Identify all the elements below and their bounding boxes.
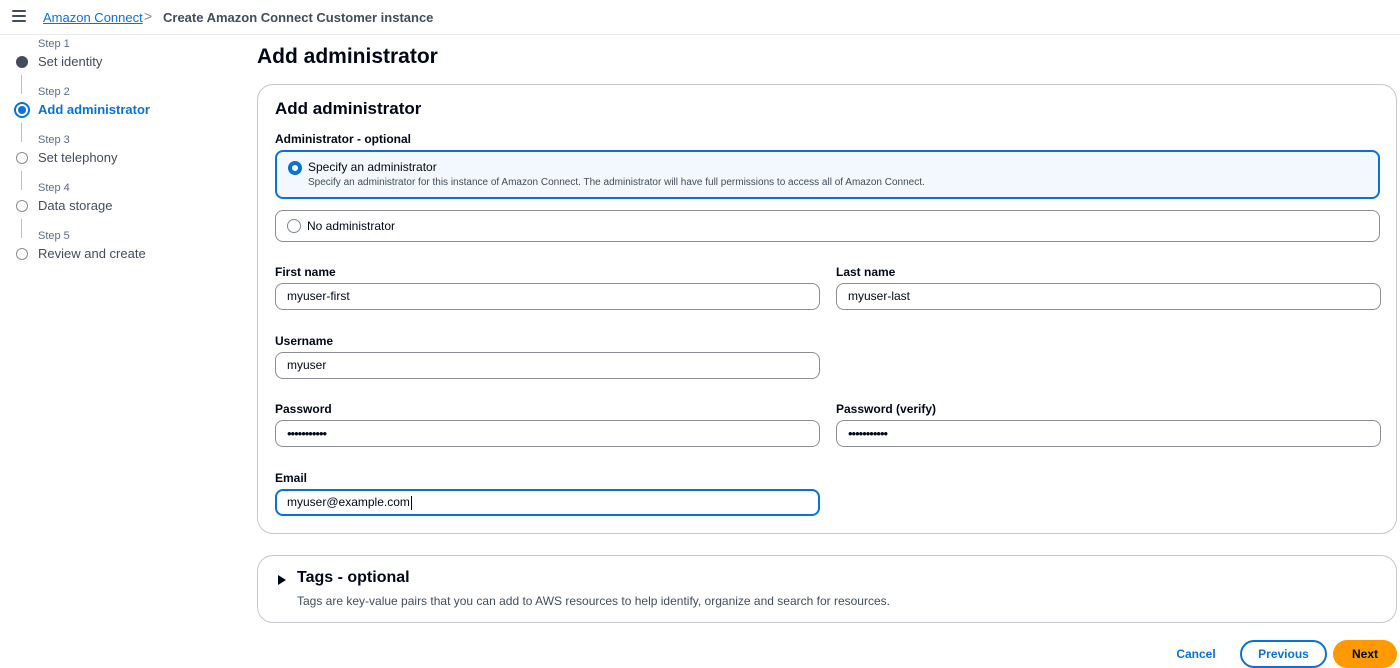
text-cursor <box>410 495 412 510</box>
step-current-icon <box>14 102 30 118</box>
radio-specify-administrator[interactable]: Specify an administrator Specify an admi… <box>275 150 1380 199</box>
step-set-identity[interactable]: Step 1 Set identity <box>0 35 240 83</box>
add-administrator-container: Add administrator Administrator - option… <box>257 84 1397 534</box>
tags-description: Tags are key-value pairs that you can ad… <box>297 594 890 608</box>
username-input[interactable]: myuser <box>275 352 820 379</box>
step-label: Review and create <box>38 246 146 261</box>
last-name-label: Last name <box>836 265 896 279</box>
password-label: Password <box>275 402 332 416</box>
step-upcoming-icon <box>16 200 28 212</box>
radio-description: Specify an administrator for this instan… <box>308 177 925 188</box>
tags-container: Tags - optional Tags are key-value pairs… <box>257 555 1397 623</box>
step-review-and-create: Step 5 Review and create <box>0 227 240 275</box>
step-number: Step 2 <box>38 86 70 98</box>
step-number: Step 3 <box>38 134 70 146</box>
password-verify-input[interactable]: ••••••••••• <box>836 420 1381 447</box>
radio-label: Specify an administrator <box>308 160 437 174</box>
email-input[interactable]: myuser@example.com <box>275 489 820 516</box>
first-name-input[interactable]: myuser-first <box>275 283 820 310</box>
chevron-right-icon: > <box>144 8 153 24</box>
cancel-button[interactable]: Cancel <box>1160 640 1232 668</box>
step-upcoming-icon <box>16 152 28 164</box>
next-button[interactable]: Next <box>1333 640 1397 668</box>
first-name-label: First name <box>275 265 336 279</box>
step-add-administrator[interactable]: Step 2 Add administrator <box>0 83 240 131</box>
step-upcoming-icon <box>16 248 28 260</box>
step-number: Step 4 <box>38 182 70 194</box>
step-label: Add administrator <box>38 102 150 117</box>
step-label: Set telephony <box>38 150 118 165</box>
administrator-group-label: Administrator - optional <box>275 132 411 146</box>
top-navigation-bar: Amazon Connect > Create Amazon Connect C… <box>0 0 1400 35</box>
caret-right-icon[interactable] <box>278 575 286 585</box>
step-number: Step 5 <box>38 230 70 242</box>
password-input[interactable]: ••••••••••• <box>275 420 820 447</box>
page-title: Add administrator <box>257 45 438 68</box>
step-data-storage: Step 4 Data storage <box>0 179 240 227</box>
last-name-input[interactable]: myuser-last <box>836 283 1381 310</box>
radio-selected-icon[interactable] <box>288 161 302 175</box>
step-label: Data storage <box>38 198 113 213</box>
email-label: Email <box>275 471 308 485</box>
container-title: Add administrator <box>275 99 422 118</box>
username-label: Username <box>275 334 334 348</box>
breadcrumb-current-page: Create Amazon Connect Customer instance <box>163 10 434 25</box>
tags-expand-header[interactable]: Tags - optional <box>297 569 410 587</box>
breadcrumb-amazon-connect[interactable]: Amazon Connect <box>43 10 143 25</box>
step-number: Step 1 <box>38 38 70 50</box>
radio-no-administrator[interactable]: No administrator <box>275 210 1380 242</box>
previous-button[interactable]: Previous <box>1240 640 1327 668</box>
radio-label: No administrator <box>307 219 396 233</box>
radio-unselected-icon[interactable] <box>287 219 301 233</box>
step-label: Set identity <box>38 54 103 69</box>
step-set-telephony: Step 3 Set telephony <box>0 131 240 179</box>
password-verify-label: Password (verify) <box>836 402 937 416</box>
email-input-value: myuser@example.com <box>287 495 410 509</box>
hamburger-menu-icon[interactable] <box>12 10 26 22</box>
step-completed-icon <box>16 56 28 68</box>
